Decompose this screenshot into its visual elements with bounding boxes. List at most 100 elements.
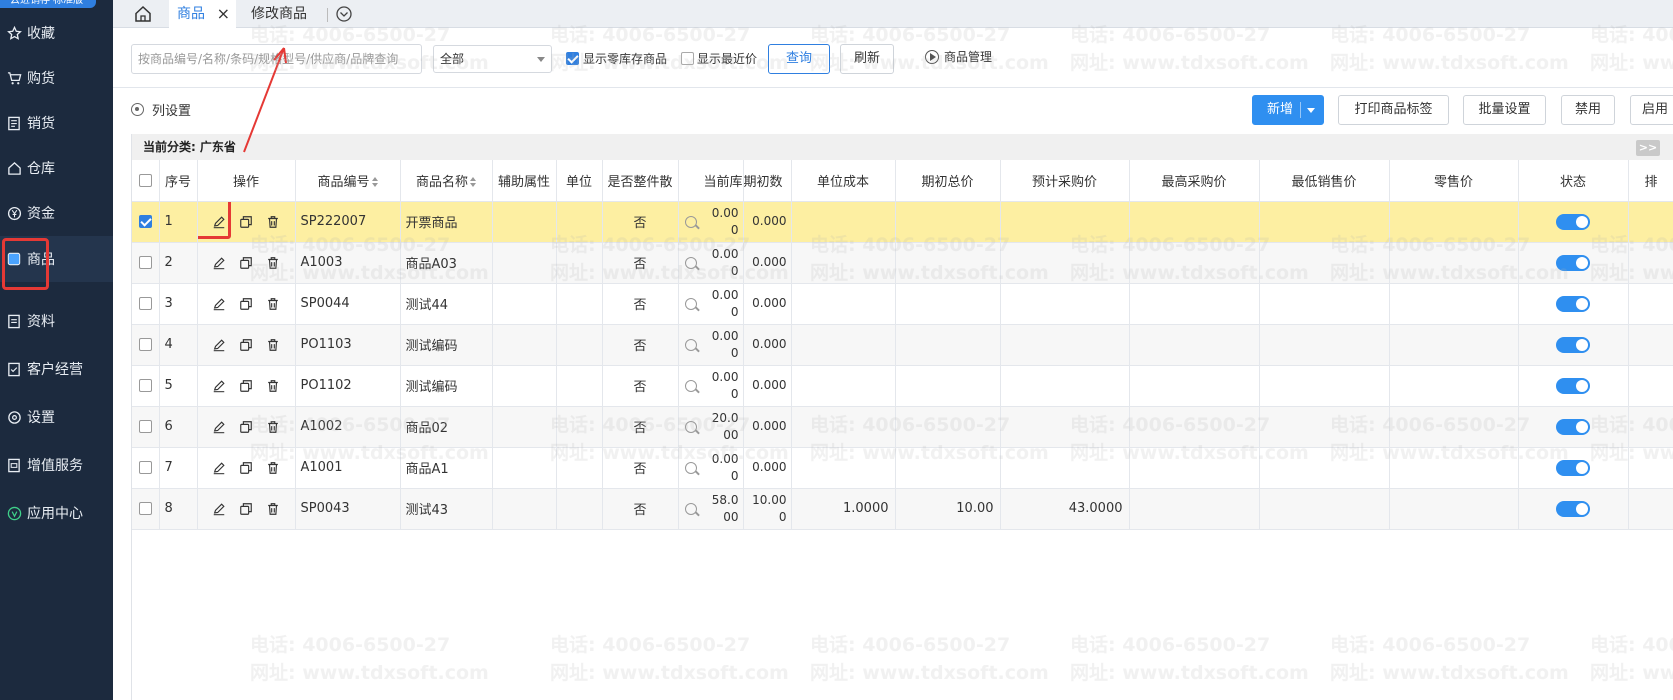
sidebar-item-goods[interactable]: 商品 xyxy=(0,236,113,290)
status-toggle[interactable] xyxy=(1556,336,1590,353)
search-icon[interactable] xyxy=(684,379,697,392)
copy-icon[interactable] xyxy=(238,460,254,476)
delete-icon[interactable] xyxy=(265,255,281,271)
row-select-cell[interactable] xyxy=(132,365,160,407)
column-settings[interactable]: 列设置 xyxy=(131,100,191,119)
row-checkbox[interactable] xyxy=(138,338,152,351)
dropdown-caret-icon[interactable] xyxy=(1307,108,1315,113)
copy-icon[interactable] xyxy=(238,501,254,517)
status-toggle[interactable] xyxy=(1556,254,1590,271)
search-icon[interactable] xyxy=(684,502,697,515)
search-icon[interactable] xyxy=(684,256,697,269)
table-row[interactable]: 5 PO1102 测试编码否 0.00 0 0.000 xyxy=(132,365,1673,407)
table-row[interactable]: 1 SP222007 开票商品否 0.00 0 0.000 xyxy=(132,201,1673,243)
row-select-cell[interactable] xyxy=(132,242,160,284)
row-select-cell[interactable] xyxy=(132,488,160,530)
collapse-button[interactable]: >> xyxy=(1636,140,1660,156)
status-toggle[interactable] xyxy=(1556,295,1590,312)
row-checkbox[interactable] xyxy=(138,420,152,433)
delete-icon[interactable] xyxy=(265,214,281,230)
search-icon[interactable] xyxy=(684,420,697,433)
row-checkbox[interactable] xyxy=(138,256,152,269)
header-select-all[interactable] xyxy=(132,160,160,202)
delete-icon[interactable] xyxy=(265,501,281,517)
copy-icon[interactable] xyxy=(238,296,254,312)
edit-icon[interactable] xyxy=(211,378,227,394)
edit-icon[interactable] xyxy=(211,296,227,312)
show-zero-stock-checkbox[interactable] xyxy=(566,52,579,65)
sidebar-item-sales[interactable]: 销货 xyxy=(0,104,113,142)
table-row[interactable]: 6 A1002 商品02 否 20.0 00 0.000 xyxy=(132,406,1673,448)
search-input[interactable]: 按商品编号/名称/条码/规格型号/供应商/品牌查询 xyxy=(131,44,422,74)
delete-icon[interactable] xyxy=(265,378,281,394)
batch-settings-button[interactable]: 批量设置 xyxy=(1463,95,1546,125)
copy-icon[interactable] xyxy=(238,419,254,435)
header-cell[interactable]: 商品名称 xyxy=(400,160,493,202)
show-recent-price-checkbox[interactable] xyxy=(681,52,694,65)
table-row[interactable]: 8 SP0043 测试43 否 58.0 00 10.00 0 1.0000 10.00 43.00… xyxy=(132,488,1673,530)
sidebar-item-customer-ops[interactable]: 客户经营 xyxy=(0,350,113,388)
table-row[interactable]: 4 PO1103 测试编码否 0.00 0 0.000 xyxy=(132,324,1673,366)
select-all-checkbox[interactable] xyxy=(138,173,152,187)
row-checkbox[interactable] xyxy=(138,215,152,228)
category-select[interactable]: 全部 xyxy=(433,45,552,73)
delete-icon[interactable] xyxy=(265,337,281,353)
copy-icon[interactable] xyxy=(238,255,254,271)
search-icon[interactable] xyxy=(684,297,697,310)
row-select-cell[interactable] xyxy=(132,201,160,243)
row-select-cell[interactable] xyxy=(132,406,160,448)
row-select-cell[interactable] xyxy=(132,283,160,325)
search-icon[interactable] xyxy=(684,338,697,351)
sidebar-item-data[interactable]: 资料 xyxy=(0,302,113,340)
sidebar-item-settings[interactable]: 设置 xyxy=(0,398,113,436)
sidebar-item-favorites[interactable]: 收藏 xyxy=(0,14,113,52)
query-button[interactable]: 查询 xyxy=(768,44,830,74)
close-icon[interactable]: × xyxy=(217,0,230,28)
edit-icon[interactable] xyxy=(211,255,227,271)
delete-icon[interactable] xyxy=(265,419,281,435)
status-toggle[interactable] xyxy=(1556,213,1590,230)
chevron-down-icon[interactable] xyxy=(335,5,353,23)
table-row[interactable]: 2 A1003 商品A03 否 0.00 0 0.000 xyxy=(132,242,1673,284)
search-icon[interactable] xyxy=(684,215,697,228)
sort-icon[interactable] xyxy=(470,177,476,188)
row-checkbox[interactable] xyxy=(138,297,152,310)
sidebar-item-purchase[interactable]: 购货 xyxy=(0,59,113,97)
table-row[interactable]: 3 SP0044 测试44 否 0.00 0 0.000 xyxy=(132,283,1673,325)
add-button[interactable]: 新增 xyxy=(1252,95,1324,125)
status-toggle[interactable] xyxy=(1556,377,1590,394)
delete-icon[interactable] xyxy=(265,460,281,476)
search-icon[interactable] xyxy=(684,461,697,474)
sidebar-item-value-added[interactable]: 增值服务 xyxy=(0,446,113,484)
status-toggle[interactable] xyxy=(1556,500,1590,517)
tab-edit-goods[interactable]: 修改商品 xyxy=(243,0,315,28)
home-icon[interactable] xyxy=(133,4,153,24)
goods-management-link[interactable]: 商品管理 xyxy=(925,48,992,65)
status-toggle[interactable] xyxy=(1556,418,1590,435)
edit-icon[interactable] xyxy=(211,460,227,476)
copy-icon[interactable] xyxy=(238,337,254,353)
row-checkbox[interactable] xyxy=(138,461,152,474)
row-select-cell[interactable] xyxy=(132,324,160,366)
row-checkbox[interactable] xyxy=(138,379,152,392)
edit-icon[interactable] xyxy=(211,501,227,517)
header-cell[interactable]: 商品编号 xyxy=(295,160,401,202)
disable-button[interactable]: 禁用 xyxy=(1561,95,1615,125)
copy-icon[interactable] xyxy=(238,214,254,230)
enable-button[interactable]: 启用 xyxy=(1630,95,1673,125)
sidebar-item-app-center[interactable]: 应用中心 xyxy=(0,494,113,532)
edit-icon[interactable] xyxy=(211,419,227,435)
sort-icon[interactable] xyxy=(371,177,378,188)
sidebar-item-funds[interactable]: 资金 xyxy=(0,194,113,232)
delete-icon[interactable] xyxy=(265,296,281,312)
refresh-button[interactable]: 刷新 xyxy=(840,44,894,74)
row-checkbox[interactable] xyxy=(138,502,152,515)
edit-icon[interactable] xyxy=(211,337,227,353)
print-labels-button[interactable]: 打印商品标签 xyxy=(1338,95,1449,125)
status-toggle[interactable] xyxy=(1556,459,1590,476)
sidebar-item-warehouse[interactable]: 仓库 xyxy=(0,149,113,187)
copy-icon[interactable] xyxy=(238,378,254,394)
tab-goods[interactable]: 商品 × xyxy=(169,0,236,28)
table-row[interactable]: 7 A1001 商品A1 否 0.00 0 0.000 xyxy=(132,447,1673,489)
row-select-cell[interactable] xyxy=(132,447,160,489)
